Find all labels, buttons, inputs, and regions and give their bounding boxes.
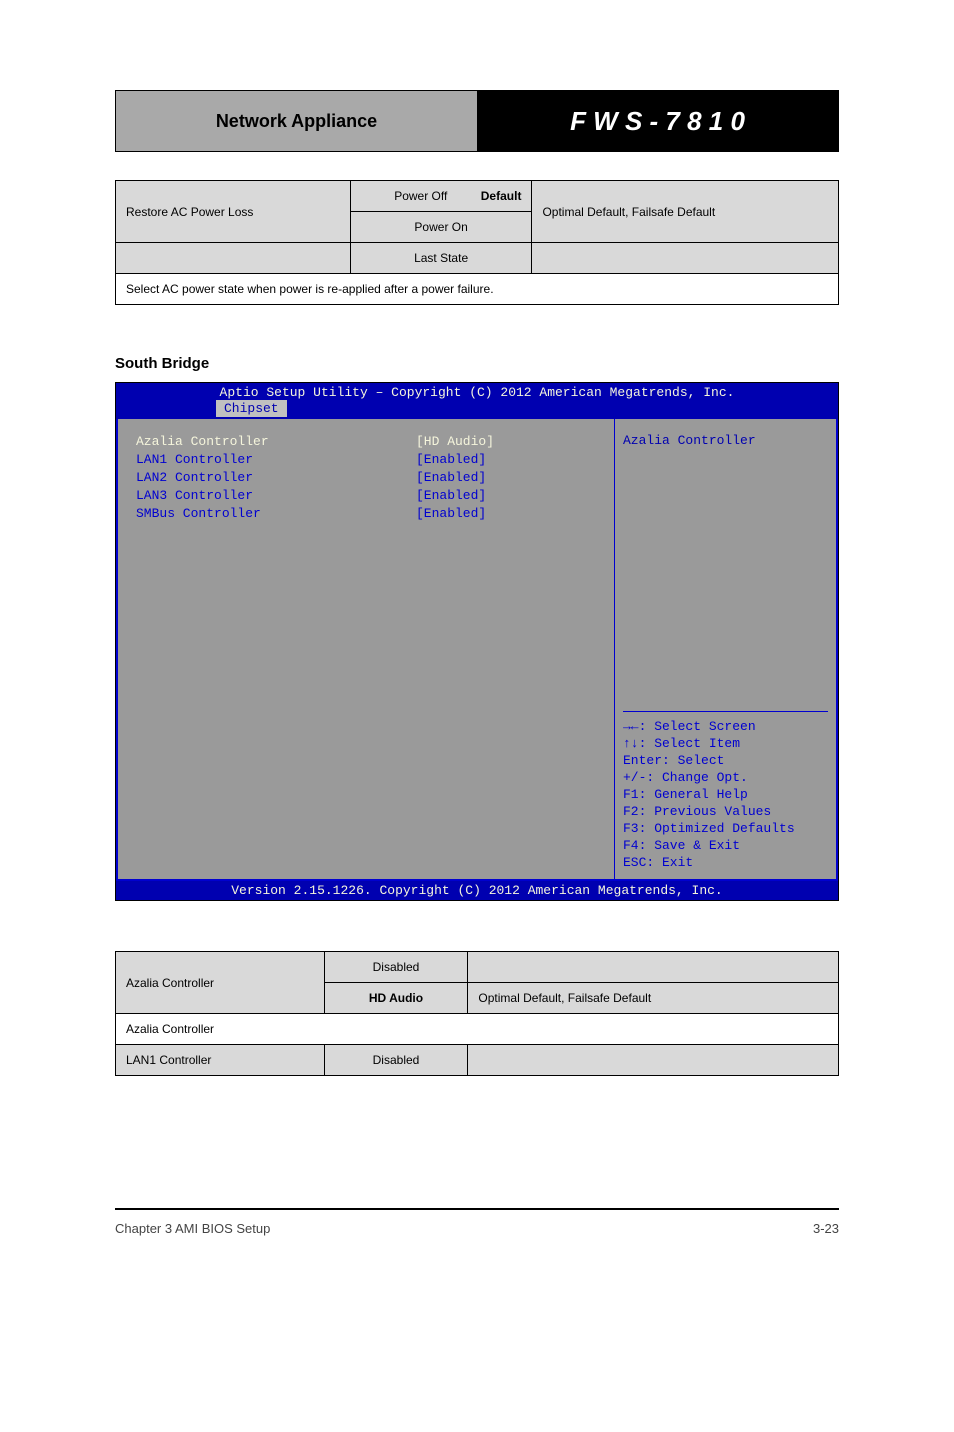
bios-key-8: ESC: Exit (623, 854, 828, 871)
bios-row-smbus[interactable]: SMBus Controller[Enabled] (136, 505, 604, 523)
footer-rule (115, 1208, 839, 1210)
bios-row-lan1[interactable]: LAN1 Controller[Enabled] (136, 451, 604, 469)
footer-page-number: 3-23 (813, 1221, 839, 1236)
t2-lan1-opt: Disabled (324, 1045, 468, 1076)
t2-description: Azalia Controller (116, 1014, 839, 1045)
t1-opt-laststate: Last State (350, 243, 532, 274)
bios-tab-chipset[interactable]: Chipset (216, 400, 287, 417)
bios-key-2: Enter: Select (623, 752, 828, 769)
section-heading: South Bridge (115, 355, 839, 372)
bios-screenshot: Aptio Setup Utility – Copyright (C) 2012… (115, 382, 839, 901)
bios-settings-pane: Azalia Controller[HD Audio] LAN1 Control… (118, 419, 614, 879)
t1-default-note: Optimal Default, Failsafe Default (532, 181, 839, 243)
t2-lan1-name: LAN1 Controller (116, 1045, 325, 1076)
t1-empty1 (116, 243, 351, 274)
header-model: F W S - 7 8 1 0 (477, 91, 838, 151)
header-product-type: Network Appliance (116, 91, 477, 151)
bios-key-1: ↑↓: Select Item (623, 735, 828, 752)
azalia-table: Azalia Controller Disabled HD Audio Opti… (115, 951, 839, 1076)
bios-tab-row: Chipset (116, 400, 838, 419)
bios-key-4: F1: General Help (623, 786, 828, 803)
bios-key-3: +/-: Change Opt. (623, 769, 828, 786)
t2-lan1-blank (468, 1045, 839, 1076)
bios-key-5: F2: Previous Values (623, 803, 828, 820)
bios-help-title: Azalia Controller (623, 433, 828, 448)
page-header: Network Appliance F W S - 7 8 1 0 (115, 90, 839, 152)
bios-title: Aptio Setup Utility – Copyright (C) 2012… (116, 383, 838, 400)
bios-key-legend: →←: Select Screen ↑↓: Select Item Enter:… (623, 711, 828, 871)
t1-setting-name: Restore AC Power Loss (116, 181, 351, 243)
bios-row-lan3[interactable]: LAN3 Controller[Enabled] (136, 487, 604, 505)
bios-help-pane: Azalia Controller →←: Select Screen ↑↓: … (614, 419, 836, 879)
t1-empty3 (532, 243, 839, 274)
page-footer: Chapter 3 AMI BIOS Setup 3-23 (115, 1221, 839, 1236)
t1-description: Select AC power state when power is re-a… (116, 274, 839, 305)
t2-default-note: Optimal Default, Failsafe Default (468, 983, 839, 1014)
power-loss-table: Restore AC Power Loss Power Off Default … (115, 180, 839, 305)
bios-key-6: F3: Optimized Defaults (623, 820, 828, 837)
t2-default-blank (468, 952, 839, 983)
t1-opt-poweroff: Power Off Default (350, 181, 532, 212)
bios-key-7: F4: Save & Exit (623, 837, 828, 854)
t2-opt-hdaudio: HD Audio (324, 983, 468, 1014)
bios-key-0: →←: Select Screen (623, 718, 828, 735)
footer-chapter: Chapter 3 AMI BIOS Setup (115, 1221, 270, 1236)
t2-setting-name: Azalia Controller (116, 952, 325, 1014)
bios-row-lan2[interactable]: LAN2 Controller[Enabled] (136, 469, 604, 487)
t1-opt-poweron: Power On (350, 212, 532, 243)
bios-footer: Version 2.15.1226. Copyright (C) 2012 Am… (116, 881, 838, 900)
t2-opt-disabled: Disabled (324, 952, 468, 983)
bios-row-azalia[interactable]: Azalia Controller[HD Audio] (136, 433, 604, 451)
